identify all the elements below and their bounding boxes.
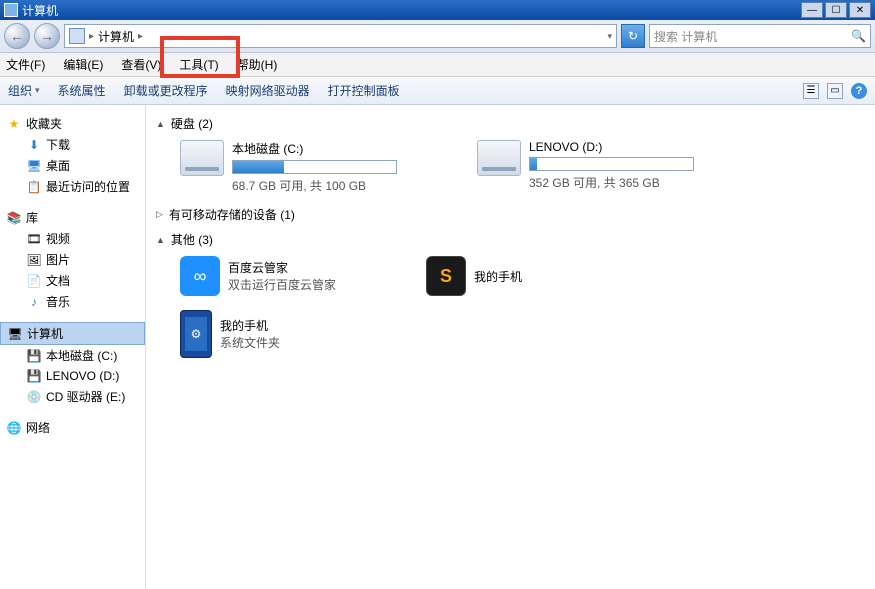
tree-music[interactable]: ♪音乐 — [0, 291, 145, 312]
tree-network[interactable]: 🌐网络 — [0, 417, 145, 438]
navigation-pane: ★收藏夹 ⬇下载 🖥桌面 📋最近访问的位置 📚库 🎞视频 🖼图片 📄文档 ♪音乐… — [0, 105, 146, 589]
download-icon: ⬇ — [26, 137, 42, 153]
music-icon: ♪ — [26, 294, 42, 310]
preview-pane-button[interactable]: ▭ — [827, 83, 843, 99]
documents-icon: 📄 — [26, 273, 42, 289]
phone2-sub: 系统文件夹 — [220, 334, 280, 351]
menu-help[interactable]: 帮助(H) — [237, 56, 278, 73]
menu-file[interactable]: 文件(F) — [6, 56, 45, 73]
uninstall-programs-button[interactable]: 卸载或更改程序 — [124, 82, 208, 99]
tree-local-disk-c[interactable]: 💾本地磁盘 (C:) — [0, 345, 145, 366]
tree-desktop[interactable]: 🖥桌面 — [0, 155, 145, 176]
back-button[interactable]: ← — [4, 23, 30, 49]
tree-downloads[interactable]: ⬇下载 — [0, 134, 145, 155]
address-dropdown[interactable]: ▾ — [607, 31, 612, 42]
drive-d-detail: 352 GB 可用, 共 365 GB — [529, 174, 694, 191]
menu-edit[interactable]: 编辑(E) — [63, 56, 103, 73]
close-button[interactable]: ✕ — [849, 2, 871, 18]
section-removable[interactable]: ▷有可移动存储的设备 (1) — [156, 206, 865, 223]
baidu-cloud-icon: ∞ — [180, 256, 220, 296]
baidu-name: 百度云管家 — [228, 259, 336, 276]
drive-c-usage-bar — [232, 160, 397, 174]
cd-icon: 💿 — [26, 389, 42, 405]
phone2-name: 我的手机 — [220, 317, 280, 334]
address-bar[interactable]: ▸ 计算机 ▸ ▾ — [64, 24, 617, 48]
breadcrumb-computer[interactable]: 计算机 — [98, 28, 134, 45]
tree-lenovo-d[interactable]: 💾LENOVO (D:) — [0, 366, 145, 386]
video-icon: 🎞 — [26, 231, 42, 247]
tree-cd-drive[interactable]: 💿CD 驱动器 (E:) — [0, 386, 145, 407]
network-icon: 🌐 — [6, 420, 22, 436]
system-properties-button[interactable]: 系统属性 — [58, 82, 106, 99]
refresh-button[interactable]: ↻ — [621, 24, 645, 48]
drive-icon — [477, 140, 521, 176]
computer-icon — [4, 3, 18, 17]
drive-c[interactable]: 本地磁盘 (C:) 68.7 GB 可用, 共 100 GB — [180, 140, 397, 194]
drive-c-name: 本地磁盘 (C:) — [232, 140, 397, 157]
map-network-drive-button[interactable]: 映射网络驱动器 — [226, 82, 310, 99]
library-icon: 📚 — [6, 210, 22, 226]
forward-button[interactable]: → — [34, 23, 60, 49]
window-title: 计算机 — [22, 2, 58, 19]
recent-icon: 📋 — [26, 179, 42, 195]
breadcrumb-sep: ▸ — [89, 31, 94, 42]
phone-icon: S — [426, 256, 466, 296]
tree-documents[interactable]: 📄文档 — [0, 270, 145, 291]
help-button[interactable]: ? — [851, 83, 867, 99]
baidu-sub: 双击运行百度云管家 — [228, 276, 336, 293]
breadcrumb-sep: ▸ — [138, 31, 143, 42]
drive-icon: 💾 — [26, 348, 42, 364]
tree-favorites[interactable]: ★收藏夹 — [0, 113, 145, 134]
search-icon: 🔍 — [851, 29, 866, 43]
star-icon: ★ — [6, 116, 22, 132]
view-mode-button[interactable]: ☰ — [803, 83, 819, 99]
section-harddisk[interactable]: ▲硬盘 (2) — [156, 115, 865, 132]
desktop-icon: 🖥 — [26, 158, 42, 174]
menu-bar: 文件(F) 编辑(E) 查看(V) 工具(T) 帮助(H) — [0, 53, 875, 77]
section-other[interactable]: ▲其他 (3) — [156, 231, 865, 248]
minimize-button[interactable]: — — [801, 2, 823, 18]
drive-d[interactable]: LENOVO (D:) 352 GB 可用, 共 365 GB — [477, 140, 694, 194]
pictures-icon: 🖼 — [26, 252, 42, 268]
drive-icon: 💾 — [26, 368, 42, 384]
drive-d-usage-bar — [529, 157, 694, 171]
navigation-row: ← → ▸ 计算机 ▸ ▾ ↻ 搜索 计算机 🔍 — [0, 20, 875, 53]
search-input[interactable]: 搜索 计算机 🔍 — [649, 24, 871, 48]
item-my-phone-2[interactable]: ⚙ 我的手机 系统文件夹 — [180, 310, 280, 358]
organize-button[interactable]: 组织 ▾ — [8, 82, 40, 99]
menu-tools[interactable]: 工具(T) — [179, 56, 218, 73]
tree-libraries[interactable]: 📚库 — [0, 207, 145, 228]
drive-icon — [180, 140, 224, 176]
drive-d-name: LENOVO (D:) — [529, 140, 694, 154]
phone-icon: ⚙ — [180, 310, 212, 358]
search-placeholder: 搜索 计算机 — [654, 28, 717, 45]
computer-icon — [69, 28, 85, 44]
tree-video[interactable]: 🎞视频 — [0, 228, 145, 249]
window-titlebar: 计算机 — ☐ ✕ — [0, 0, 875, 20]
tree-pictures[interactable]: 🖼图片 — [0, 249, 145, 270]
drive-c-detail: 68.7 GB 可用, 共 100 GB — [232, 177, 397, 194]
tree-computer[interactable]: 🖥计算机 — [0, 322, 145, 345]
content-pane: ▲硬盘 (2) 本地磁盘 (C:) 68.7 GB 可用, 共 100 GB L… — [146, 105, 875, 589]
command-bar: 组织 ▾ 系统属性 卸载或更改程序 映射网络驱动器 打开控制面板 ☰ ▭ ? — [0, 77, 875, 105]
computer-icon: 🖥 — [7, 326, 23, 342]
main-area: ★收藏夹 ⬇下载 🖥桌面 📋最近访问的位置 📚库 🎞视频 🖼图片 📄文档 ♪音乐… — [0, 105, 875, 589]
tree-recent[interactable]: 📋最近访问的位置 — [0, 176, 145, 197]
item-my-phone-1[interactable]: S 我的手机 — [426, 256, 522, 296]
open-control-panel-button[interactable]: 打开控制面板 — [328, 82, 400, 99]
item-baidu-cloud[interactable]: ∞ 百度云管家 双击运行百度云管家 — [180, 256, 336, 296]
menu-view[interactable]: 查看(V) — [121, 56, 161, 73]
phone1-name: 我的手机 — [474, 268, 522, 285]
maximize-button[interactable]: ☐ — [825, 2, 847, 18]
